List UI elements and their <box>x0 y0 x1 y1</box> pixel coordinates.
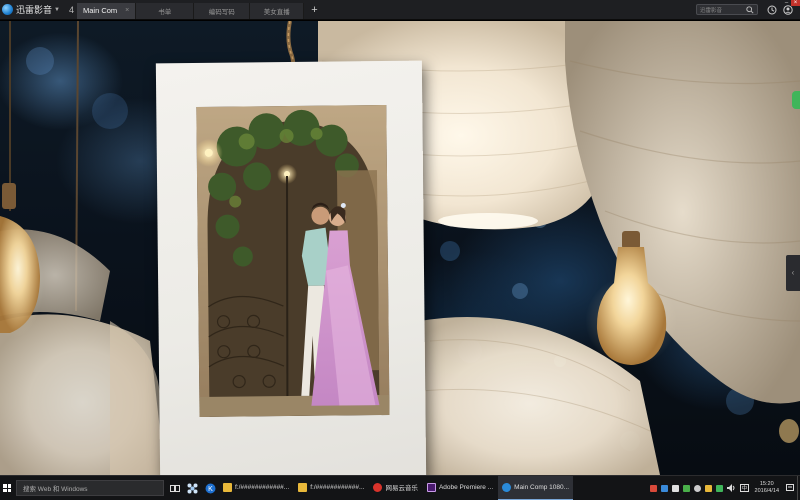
taskbar-app-netease-music[interactable]: 网易云音乐 <box>369 476 422 500</box>
thunder-player-logo-icon <box>2 4 13 15</box>
window-controls: – × <box>782 0 800 6</box>
video-viewport[interactable]: ‹ <box>0 21 800 475</box>
taskbar-clock[interactable]: 15:20 2016/4/14 <box>751 481 783 495</box>
chevron-down-icon: ▼ <box>54 6 60 13</box>
tray-app-icon[interactable] <box>671 484 679 492</box>
taskbar-search-placeholder: 搜索 Web 和 Windows <box>23 486 88 493</box>
app-menu-button[interactable]: 迅雷影音 ▼ <box>0 0 64 20</box>
pinned-app-button[interactable] <box>185 476 200 500</box>
tab-label: 书单 <box>158 8 172 16</box>
taskbar-app-label: 网易云音乐 <box>385 485 418 492</box>
tab-coding[interactable]: 编码写码 <box>194 2 251 19</box>
pinwheel-icon <box>187 483 198 493</box>
system-tray: 中 15:20 2016/4/14 <box>648 475 800 500</box>
playlist-toggle-button[interactable]: ‹ <box>786 255 800 291</box>
windows-taskbar: 搜索 Web 和 Windows K f:/############... f:… <box>0 475 800 500</box>
tray-app-icon[interactable] <box>715 484 723 492</box>
taskbar-app-thunder-player[interactable]: Main Comp 1080... <box>498 475 574 500</box>
search-input[interactable]: 迅雷影音 <box>696 4 758 15</box>
tray-app-icon[interactable] <box>682 484 690 492</box>
premiere-icon <box>426 482 436 492</box>
tab-label: Main Com <box>82 6 118 15</box>
user-icon[interactable] <box>783 4 793 15</box>
taskbar-app-label: f:/############... <box>235 483 290 491</box>
search-icon[interactable] <box>746 5 754 14</box>
player-titlebar: 迅雷影音 ▼ 4 Main Com × 书单 编码写码 美女直播 + 迅雷影音 … <box>0 0 800 20</box>
thunder-player-icon <box>502 482 512 492</box>
tab-label: 编码写码 <box>208 8 235 16</box>
svg-text:中: 中 <box>741 484 747 492</box>
minimize-button[interactable]: – <box>782 0 791 6</box>
taskbar-app-label: Main Comp 1080... <box>514 483 570 491</box>
photo-frame <box>155 60 427 475</box>
close-tab-icon[interactable]: × <box>125 7 129 14</box>
app-name: 迅雷影音 <box>16 5 53 15</box>
taskbar-app-label: Adobe Premiere ... <box>438 483 494 491</box>
tab-live[interactable]: 美女直播 <box>250 2 305 19</box>
close-button[interactable]: × <box>791 0 800 6</box>
taskbar-app-explorer-1[interactable]: f:/############... <box>219 476 293 500</box>
floating-toolbox-button[interactable] <box>792 91 800 109</box>
tray-app-icon[interactable] <box>693 484 701 492</box>
search-placeholder: 迅雷影音 <box>700 7 723 14</box>
task-view-button[interactable] <box>167 476 182 500</box>
start-button[interactable] <box>0 476 14 500</box>
wedding-photo <box>196 104 390 417</box>
netease-music-icon <box>373 482 383 492</box>
tray-app-icon[interactable] <box>649 484 657 492</box>
tab-booklist[interactable]: 书单 <box>136 2 195 19</box>
taskbar-app-label: f:/############... <box>310 483 365 491</box>
svg-text:K: K <box>208 486 213 493</box>
folder-icon <box>223 482 232 492</box>
folder-icon <box>298 482 308 492</box>
history-icon[interactable] <box>767 5 777 15</box>
clock-date: 2016/4/14 <box>754 488 779 494</box>
taskbar-app-premiere[interactable]: Adobe Premiere ... <box>423 476 497 500</box>
tab-counter: 4 <box>68 4 74 15</box>
kugou-icon: K <box>205 483 216 493</box>
tray-app-icon[interactable] <box>704 484 712 492</box>
tray-app-icon[interactable] <box>660 484 668 492</box>
tab-label: 美女直播 <box>263 8 290 16</box>
windows-logo-icon <box>3 484 11 492</box>
taskbar-app-explorer-2[interactable]: f:/############... <box>294 476 368 500</box>
input-method-icon[interactable]: 中 <box>739 484 749 492</box>
task-view-icon <box>169 484 180 492</box>
add-tab-button[interactable]: + <box>304 2 324 18</box>
pinned-app-button[interactable]: K <box>203 476 218 500</box>
taskbar-search-input[interactable]: 搜索 Web 和 Windows <box>16 480 164 496</box>
tab-main-comp[interactable]: Main Com × <box>76 2 137 19</box>
notifications-icon[interactable] <box>786 484 794 492</box>
clock-time: 15:20 <box>759 481 774 487</box>
volume-icon[interactable] <box>726 484 736 492</box>
